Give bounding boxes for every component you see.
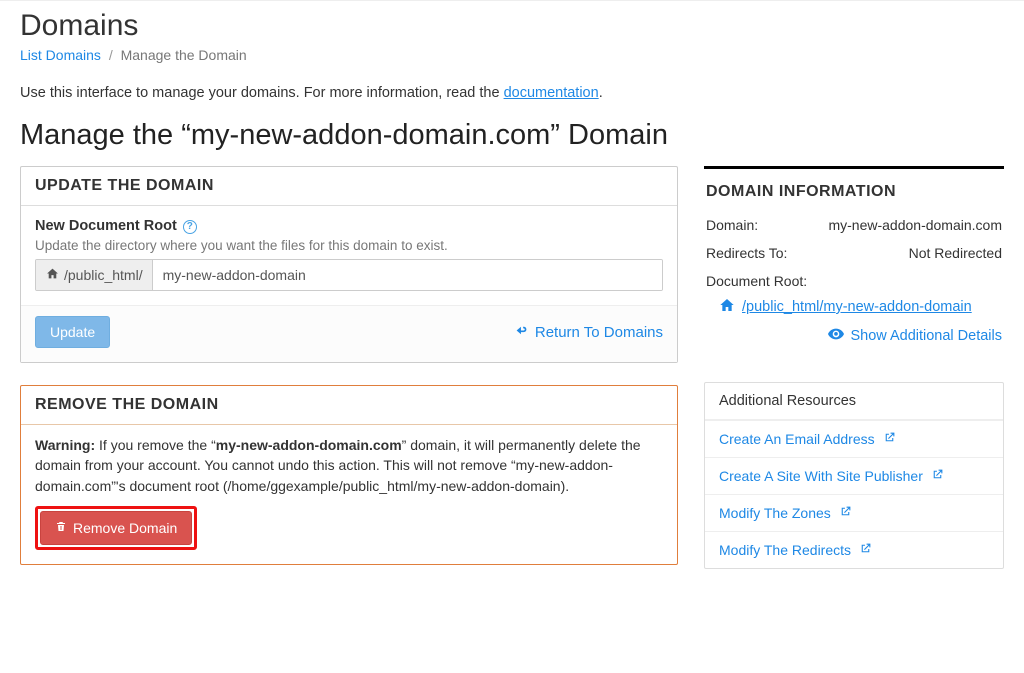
list-item: Modify The Zones xyxy=(705,494,1003,531)
remove-button-highlight: Remove Domain xyxy=(35,506,197,550)
breadcrumb-current: Manage the Domain xyxy=(121,47,247,63)
update-button[interactable]: Update xyxy=(35,316,110,348)
eye-icon xyxy=(828,328,844,344)
document-root-input-group: /public_html/ xyxy=(35,259,663,291)
additional-resources-heading: Additional Resources xyxy=(705,383,1003,420)
domain-information-list: Domain: my-new-addon-domain.com Redirect… xyxy=(704,211,1004,344)
remove-domain-button[interactable]: Remove Domain xyxy=(40,511,192,545)
update-domain-heading: UPDATE THE DOMAIN xyxy=(21,167,677,206)
help-icon[interactable]: ? xyxy=(183,220,197,234)
remove-warning-text: Warning: If you remove the “my-new-addon… xyxy=(35,435,663,496)
new-document-root-desc: Update the directory where you want the … xyxy=(35,238,663,253)
resource-link-email[interactable]: Create An Email Address xyxy=(719,431,896,447)
remove-domain-heading: REMOVE THE DOMAIN xyxy=(21,386,677,425)
info-row-redirects: Redirects To: Not Redirected xyxy=(704,239,1004,267)
info-row-domain: Domain: my-new-addon-domain.com xyxy=(704,211,1004,239)
external-link-icon xyxy=(883,431,896,447)
page-title: Domains xyxy=(20,9,1004,43)
list-item: Modify The Redirects xyxy=(705,531,1003,568)
documentation-link[interactable]: documentation xyxy=(504,85,599,101)
trash-icon xyxy=(55,520,67,536)
document-root-prefix: /public_html/ xyxy=(36,260,153,290)
domain-information-heading: DOMAIN INFORMATION xyxy=(704,166,1004,209)
document-root-link[interactable]: /public_html/my-new-addon-domain xyxy=(704,291,1004,317)
remove-domain-panel: REMOVE THE DOMAIN Warning: If you remove… xyxy=(20,385,678,565)
resource-link-zones[interactable]: Modify The Zones xyxy=(719,505,852,521)
intro-text-pre: Use this interface to manage your domain… xyxy=(20,85,504,101)
list-item: Create A Site With Site Publisher xyxy=(705,457,1003,494)
update-domain-panel: UPDATE THE DOMAIN New Document Root ? Up… xyxy=(20,166,678,363)
breadcrumb-link-list-domains[interactable]: List Domains xyxy=(20,47,101,63)
external-link-icon xyxy=(839,505,852,521)
document-root-input[interactable] xyxy=(153,260,662,290)
resource-link-site-publisher[interactable]: Create A Site With Site Publisher xyxy=(719,468,944,484)
intro-text: Use this interface to manage your domain… xyxy=(20,85,1004,101)
show-additional-details-link[interactable]: Show Additional Details xyxy=(828,328,1002,344)
info-row-docroot-label: Document Root: xyxy=(704,267,1004,291)
section-heading: Manage the “my-new-addon-domain.com” Dom… xyxy=(20,119,1004,152)
return-to-domains-link[interactable]: Return To Domains xyxy=(514,324,663,341)
breadcrumb: List Domains / Manage the Domain xyxy=(20,47,1004,63)
external-link-icon xyxy=(859,542,872,558)
external-link-icon xyxy=(931,468,944,484)
resource-link-redirects[interactable]: Modify The Redirects xyxy=(719,542,872,558)
return-arrow-icon xyxy=(514,324,529,341)
intro-text-post: . xyxy=(599,85,603,101)
home-icon xyxy=(718,297,736,317)
list-item: Create An Email Address xyxy=(705,420,1003,457)
home-icon xyxy=(45,267,60,283)
additional-resources-panel: Additional Resources Create An Email Add… xyxy=(704,382,1004,569)
new-document-root-label: New Document Root ? xyxy=(35,218,663,234)
breadcrumb-separator: / xyxy=(105,47,117,63)
